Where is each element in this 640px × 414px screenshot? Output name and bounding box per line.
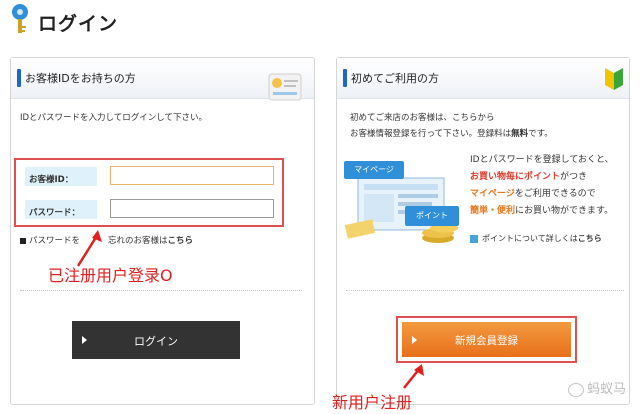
register-button-label: 新規会員登録 (455, 335, 518, 347)
login-annotation: 已注册用户登录O (48, 266, 173, 285)
password-input[interactable] (110, 199, 274, 218)
points-tag: ポイント (405, 206, 459, 226)
login-button-label: ログイン (134, 335, 178, 348)
mypage-emphasis: マイページ (470, 189, 515, 199)
page-title: ログイン (38, 13, 119, 35)
annotation-arrow-icon (403, 364, 424, 389)
convenience-emphasis: 簡単・便利 (470, 206, 516, 216)
membership-card-icon (268, 73, 302, 101)
login-button[interactable]: ログイン (72, 321, 240, 359)
divider (346, 290, 624, 291)
customer-id-input[interactable] (110, 166, 274, 185)
benefit-text: お買い物毎に (470, 172, 525, 182)
info-square-icon (470, 234, 478, 243)
header-accent-bar (17, 69, 21, 87)
key-icon (12, 4, 28, 33)
intro-line-2-text: お客様情報登録を行って下さい。登録料は (350, 129, 512, 139)
points-emphasis: ポイント (524, 172, 561, 182)
intro-line-2: お客様情報登録を行って下さい。登録料は無料です。 (350, 126, 553, 142)
panel-title: お客様IDをお持ちの方 (25, 72, 136, 85)
beginner-mark-icon (605, 68, 623, 90)
free-emphasis: 無料 (511, 129, 529, 139)
benefit-line-3: マイページをご利用できるので (470, 186, 614, 203)
panel-header: 初めてご利用の方 (337, 58, 629, 99)
benefit-text: をご利用できるので (514, 189, 596, 199)
intro-line-2-end: です。 (528, 129, 553, 139)
customer-id-label: お客様ID： (25, 167, 97, 186)
mypage-tag: マイページ (344, 161, 404, 179)
benefit-text: にお買い物ができます。 (515, 206, 614, 216)
points-info-row: ポイントについて詳しくはこちら (470, 233, 602, 244)
register-button[interactable]: 新規会員登録 (402, 322, 571, 357)
watermark-text: 蚂蚁马 (586, 382, 626, 397)
divider (20, 290, 302, 291)
benefit-line-4: 簡単・便利にお買い物ができます。 (470, 203, 614, 220)
new-customer-intro: 初めてご来店のお客様は、こちらから お客様情報登録を行って下さい。登録料は無料で… (350, 110, 553, 142)
watermark: 蚂蚁马 (567, 378, 626, 397)
bullet-icon (20, 237, 26, 244)
wechat-icon (567, 382, 584, 397)
points-info-link[interactable]: こちら (578, 234, 602, 243)
forgot-suffix: 忘れのお客様は (108, 236, 168, 246)
registration-benefits: IDとパスワードを登録しておくと、 お買い物毎にポイントがつき マイページをご利… (470, 152, 614, 220)
benefit-line-1: IDとパスワードを登録しておくと、 (470, 155, 614, 165)
points-info-text: ポイントについて詳しくは (482, 234, 578, 243)
panel-title: 初めてご利用の方 (351, 72, 439, 85)
password-label: パスワード： (25, 200, 97, 219)
benefit-line-2: お買い物毎にポイントがつき (470, 169, 614, 186)
intro-line-1: 初めてご来店のお客様は、こちらから (350, 113, 495, 123)
register-annotation: 新用户注册 (332, 393, 413, 412)
forgot-password-link[interactable]: こちら (168, 236, 194, 246)
login-instruction: IDとパスワードを入力してログインして下さい。 (20, 113, 208, 123)
register-highlight: 新規会員登録 (396, 316, 577, 363)
benefit-text: がつき (560, 172, 588, 182)
header-accent-bar (343, 69, 347, 87)
